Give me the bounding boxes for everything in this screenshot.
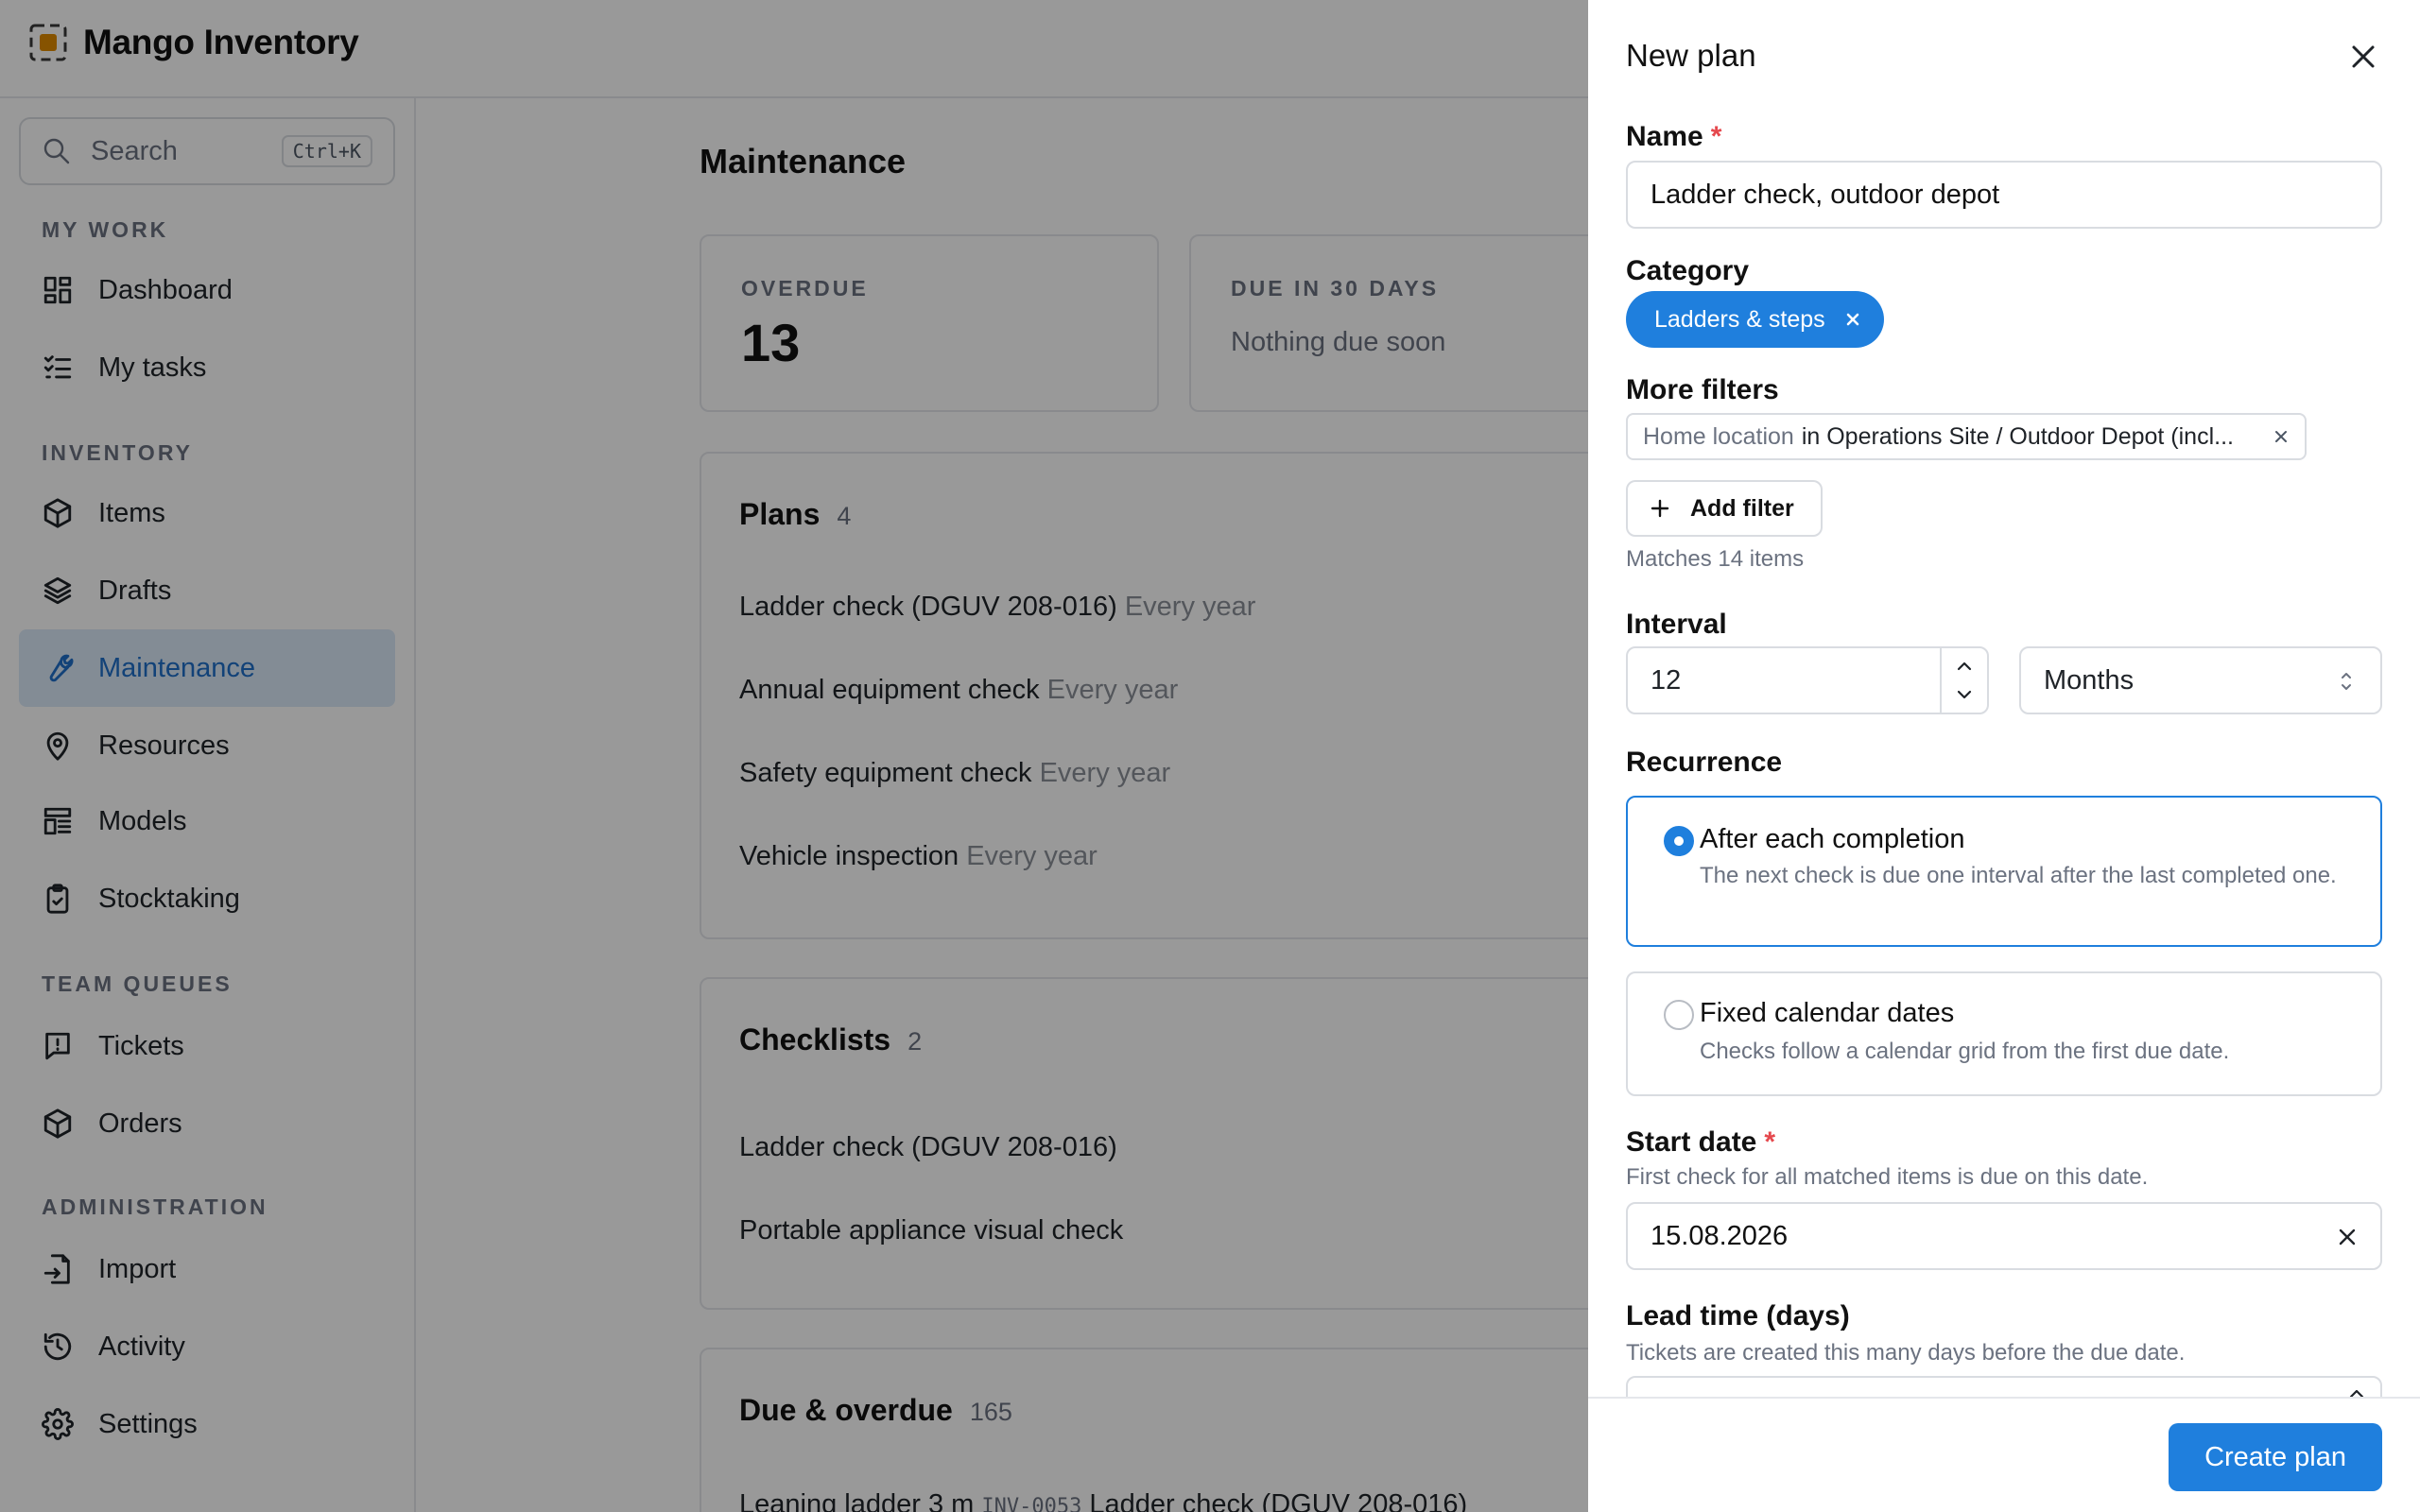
label-text: Start date (1626, 1126, 1757, 1158)
start-date-help: First check for all matched items is due… (1626, 1164, 2149, 1190)
recurrence-option-after-completion[interactable]: After each completion The next check is … (1626, 796, 2382, 947)
name-input[interactable]: Ladder check, outdoor depot (1626, 161, 2382, 229)
more-filters-label: More filters (1626, 374, 1779, 405)
close-icon[interactable] (2344, 38, 2382, 76)
start-date-value: 15.08.2026 (1651, 1220, 1789, 1251)
interval-unit-select[interactable]: Months (2019, 646, 2382, 714)
chip-label: Ladders & steps (1654, 305, 1825, 333)
recurrence-label: Recurrence (1626, 747, 1783, 778)
radio-description: Checks follow a calendar grid from the f… (1700, 1039, 2230, 1064)
radio-description: The next check is due one interval after… (1700, 863, 2337, 888)
add-filter-button[interactable]: Add filter (1626, 480, 1823, 537)
matches-count: Matches 14 items (1626, 546, 1805, 572)
lead-time-label: Lead time (days) (1626, 1300, 1850, 1332)
plus-icon (1651, 499, 1669, 518)
name-label: Name * (1626, 121, 1721, 153)
interval-value: 12 (1651, 664, 1682, 696)
remove-filter-icon[interactable] (2273, 428, 2290, 445)
recurrence-option-fixed-dates[interactable]: Fixed calendar dates Checks follow a cal… (1626, 971, 2382, 1096)
drawer-title: New plan (1626, 38, 1756, 73)
create-plan-button[interactable]: Create plan (2169, 1423, 2382, 1491)
radio-title: After each completion (1700, 824, 1965, 854)
drawer-footer: Create plan (1588, 1397, 2420, 1512)
lead-time-help: Tickets are created this many days befor… (1626, 1340, 2186, 1366)
interval-stepper[interactable] (1940, 648, 1987, 713)
category-label: Category (1626, 255, 1750, 286)
chevron-down-icon[interactable] (1954, 684, 1975, 705)
interval-unit-value: Months (2044, 664, 2135, 696)
select-chevrons-icon (2342, 673, 2351, 690)
interval-label: Interval (1626, 609, 1727, 640)
radio-title: Fixed calendar dates (1700, 998, 1955, 1028)
radio-unselected[interactable] (1664, 1000, 1694, 1030)
label-text: Name (1626, 121, 1703, 152)
required-mark: * (1764, 1126, 1776, 1158)
clear-date-icon[interactable] (2335, 1225, 2360, 1249)
remove-chip-icon[interactable] (1842, 309, 1863, 330)
new-plan-drawer: New plan Name * Ladder check, outdoor dep… (1588, 0, 2420, 1512)
name-value: Ladder check, outdoor depot (1651, 179, 2000, 210)
interval-input[interactable]: 12 (1626, 646, 1989, 714)
filter-key: Home location (1643, 422, 1794, 450)
radio-selected[interactable] (1664, 826, 1694, 856)
location-filter-pill[interactable]: Home location in Operations Site / Outdo… (1626, 413, 2307, 460)
add-filter-label: Add filter (1690, 494, 1794, 522)
start-date-input[interactable]: 15.08.2026 (1626, 1202, 2382, 1270)
required-mark: * (1710, 121, 1722, 152)
category-chip[interactable]: Ladders & steps (1626, 291, 1884, 348)
filter-value: in Operations Site / Outdoor Depot (incl… (1801, 422, 2234, 450)
chevron-up-icon[interactable] (1954, 656, 1975, 677)
start-date-label: Start date * (1626, 1126, 1775, 1159)
